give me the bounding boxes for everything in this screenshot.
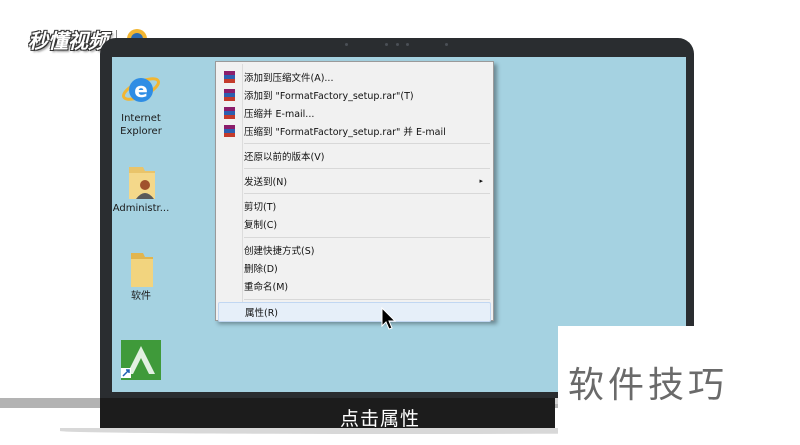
menu-item-properties[interactable]: 属性(R) bbox=[218, 302, 491, 322]
menu-item-rename[interactable]: 重命名(M) bbox=[218, 277, 491, 295]
menu-item-compress-email[interactable]: 压缩并 E-mail... bbox=[218, 104, 491, 122]
menu-item-delete[interactable]: 删除(D) bbox=[218, 259, 491, 277]
menu-item-restore-previous[interactable]: 还原以前的版本(V) bbox=[218, 147, 491, 165]
mouse-cursor-icon bbox=[381, 306, 397, 335]
caption-band bbox=[100, 398, 555, 428]
menu-item-label: 压缩到 "FormatFactory_setup.rar" 并 E-mail bbox=[244, 127, 446, 138]
menu-separator bbox=[244, 299, 490, 300]
menu-item-label: 压缩并 E-mail... bbox=[244, 109, 315, 120]
winrar-icon bbox=[223, 106, 236, 120]
menu-item-label: 还原以前的版本(V) bbox=[244, 152, 325, 163]
menu-item-label: 剪切(T) bbox=[244, 202, 277, 213]
shortcut-app-icon bbox=[121, 340, 161, 380]
video-caption: 点击属性 bbox=[340, 408, 421, 430]
winrar-icon bbox=[223, 70, 236, 84]
menu-item-label: 删除(D) bbox=[244, 264, 278, 275]
menu-item-label: 添加到压缩文件(A)... bbox=[244, 73, 334, 84]
watermark-brand: 秒懂视频 bbox=[28, 28, 108, 53]
camera-dot bbox=[345, 43, 348, 46]
camera-dot bbox=[406, 43, 409, 46]
camera-dot bbox=[445, 43, 448, 46]
desktop-icon-administrator[interactable]: Administr... bbox=[112, 159, 176, 215]
menu-item-label: 重命名(M) bbox=[244, 282, 289, 293]
overlay-title: 软件技巧 bbox=[568, 365, 729, 406]
menu-item-add-to-rar[interactable]: 添加到 "FormatFactory_setup.rar"(T) bbox=[218, 86, 491, 104]
overlay-panel: 软件技巧 bbox=[558, 326, 800, 445]
internet-explorer-icon: e bbox=[121, 69, 161, 109]
menu-item-send-to[interactable]: 发送到(N) ▸ bbox=[218, 172, 491, 190]
menu-item-compress-rar-email[interactable]: 压缩到 "FormatFactory_setup.rar" 并 E-mail bbox=[218, 122, 491, 140]
folder-icon bbox=[121, 247, 161, 287]
menu-separator bbox=[244, 143, 490, 144]
menu-item-add-to-archive[interactable]: 添加到压缩文件(A)... bbox=[218, 68, 491, 86]
menu-item-copy[interactable]: 复制(C) bbox=[218, 215, 491, 233]
desktop-icon-label: Internet Explorer bbox=[120, 113, 162, 137]
submenu-arrow-icon: ▸ bbox=[479, 177, 483, 185]
desktop-icon-label: 软件 bbox=[131, 291, 151, 302]
menu-item-label: 属性(R) bbox=[245, 308, 279, 319]
desktop-icon-shortcut-app[interactable] bbox=[112, 340, 176, 383]
menu-separator bbox=[244, 237, 490, 238]
menu-item-label: 创建快捷方式(S) bbox=[244, 246, 315, 257]
menu-item-label: 发送到(N) bbox=[244, 177, 288, 188]
menu-item-cut[interactable]: 剪切(T) bbox=[218, 197, 491, 215]
menu-item-label: 复制(C) bbox=[244, 220, 278, 231]
winrar-icon bbox=[223, 88, 236, 102]
svg-text:e: e bbox=[134, 78, 148, 102]
desktop-icon-software[interactable]: 软件 bbox=[112, 247, 176, 303]
user-folder-icon bbox=[121, 159, 161, 199]
camera-dot bbox=[385, 43, 388, 46]
menu-separator bbox=[244, 168, 490, 169]
desktop-icon-internet-explorer[interactable]: e Internet Explorer bbox=[112, 69, 176, 138]
menu-separator bbox=[244, 193, 490, 194]
menu-item-create-shortcut[interactable]: 创建快捷方式(S) bbox=[218, 241, 491, 259]
desktop-icon-label: Administr... bbox=[112, 203, 170, 214]
menu-item-label: 添加到 "FormatFactory_setup.rar"(T) bbox=[244, 91, 414, 102]
context-menu: 添加到压缩文件(A)... 添加到 "FormatFactory_setup.r… bbox=[215, 61, 494, 322]
camera-dot bbox=[396, 43, 399, 46]
winrar-icon bbox=[223, 124, 236, 138]
